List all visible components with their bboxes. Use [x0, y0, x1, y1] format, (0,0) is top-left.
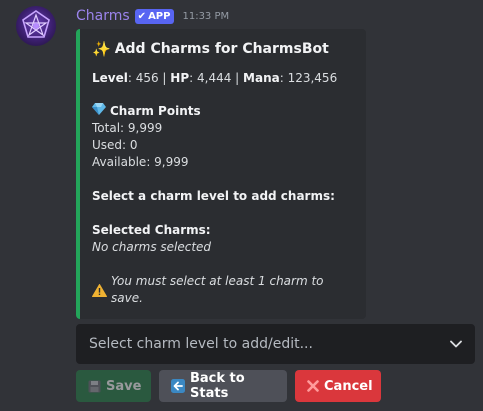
close-icon: [307, 380, 319, 392]
embed-title: ✨ Add Charms for CharmsBot: [92, 39, 354, 59]
back-to-stats-button[interactable]: Back to Stats: [159, 370, 287, 402]
hp-value: : 4,444 |: [189, 71, 244, 85]
mana-label: Mana: [243, 71, 280, 85]
warning-line: You must select at least 1 charm to save…: [92, 273, 354, 307]
author-name[interactable]: Charms: [76, 8, 130, 24]
select-prompt: Select a charm level to add charms:: [92, 189, 335, 203]
chevron-down-icon: [450, 340, 462, 348]
back-to-stats-label: Back to Stats: [190, 371, 245, 401]
charm-points-heading-text: Charm Points: [110, 104, 201, 118]
check-icon: ✔: [137, 10, 147, 22]
app-badge-label: APP: [148, 10, 171, 22]
select-placeholder: Select charm level to add/edit...: [89, 336, 313, 352]
selected-charms-value: No charms selected: [92, 240, 212, 254]
charm-points-total: Total: 9,999: [92, 121, 163, 135]
stats-line: Level: 456 | HP: 4,444 | Mana: 123,456: [92, 70, 354, 87]
warning-icon: [92, 283, 107, 297]
cancel-button[interactable]: Cancel: [295, 370, 381, 402]
embed-card: ✨ Add Charms for CharmsBot Level: 456 | …: [76, 29, 366, 319]
bot-avatar[interactable]: [16, 6, 56, 46]
level-value: : 456 |: [127, 71, 171, 85]
embed-title-text: Add Charms for CharmsBot: [114, 41, 329, 57]
sparkles-icon: ✨: [92, 40, 111, 58]
charm-points-used: Used: 0: [92, 138, 138, 152]
action-row: Save Back to Stats Cancel: [76, 370, 381, 402]
hp-label: HP: [170, 71, 190, 85]
charm-points-available: Available: 9,999: [92, 155, 189, 169]
cancel-button-label: Cancel: [324, 378, 373, 394]
message-header: Charms ✔ APP 11:33 PM: [76, 7, 229, 25]
level-label: Level: [92, 71, 128, 85]
floppy-disk-icon: [88, 380, 101, 393]
selected-charms-heading: Selected Charms:: [92, 223, 211, 237]
app-badge: ✔ APP: [134, 8, 175, 24]
save-button[interactable]: Save: [76, 370, 151, 402]
charm-level-select[interactable]: Select charm level to add/edit...: [76, 324, 475, 364]
back-arrow-icon: [171, 379, 185, 393]
charm-points-heading: Charm Points: [92, 103, 354, 120]
warning-text: You must select at least 1 charm to save…: [111, 274, 324, 305]
gem-icon: [92, 103, 106, 120]
pentagram-icon: [22, 10, 50, 38]
save-button-label: Save: [106, 378, 142, 394]
timestamp: 11:33 PM: [182, 10, 230, 22]
mana-value: : 123,456: [279, 71, 338, 85]
